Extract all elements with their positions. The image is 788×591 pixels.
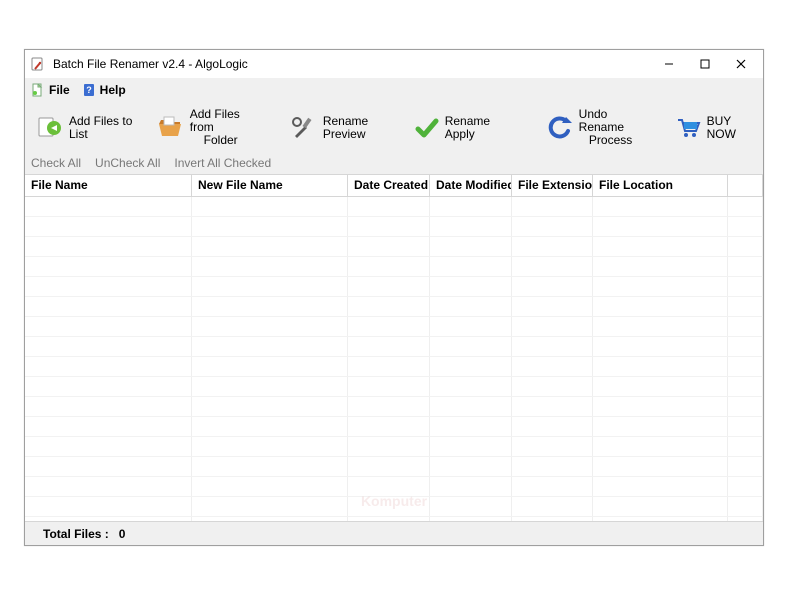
cart-icon [675, 114, 701, 142]
invert-checked-link[interactable]: Invert All Checked [174, 156, 271, 170]
buy-now-label: BUY NOW [707, 115, 753, 141]
table-row [25, 217, 763, 237]
add-folder-button[interactable]: Add Files from Folder [148, 106, 260, 150]
undo-label-2: Process [579, 134, 643, 147]
table-row [25, 197, 763, 217]
buy-now-button[interactable]: BUY NOW [667, 112, 761, 144]
checkbar: Check All UnCheck All Invert All Checked [25, 154, 763, 174]
table-row [25, 237, 763, 257]
menu-help-label: Help [100, 83, 126, 97]
col-file-name[interactable]: File Name [25, 175, 192, 196]
tools-icon [289, 114, 317, 142]
undo-button[interactable]: Undo Rename Process [539, 106, 651, 150]
table-row [25, 257, 763, 277]
table-row [25, 397, 763, 417]
maximize-button[interactable] [687, 52, 723, 76]
col-new-file-name[interactable]: New File Name [192, 175, 348, 196]
menu-file[interactable]: File [31, 83, 70, 97]
status-value: 0 [119, 527, 126, 541]
table-row [25, 497, 763, 517]
table-row [25, 517, 763, 521]
col-spacer [728, 175, 763, 196]
toolbar: Add Files to List Add Files from Folder [25, 102, 763, 154]
grid-body[interactable]: Komputer [25, 197, 763, 521]
add-files-label: Add Files to List [69, 115, 138, 141]
rename-apply-button[interactable]: Rename Apply [407, 112, 519, 144]
col-date-created[interactable]: Date Created [348, 175, 430, 196]
status-label: Total Files : [43, 527, 109, 541]
undo-icon [547, 114, 573, 142]
grid-header: File Name New File Name Date Created Dat… [25, 175, 763, 197]
col-file-location[interactable]: File Location [593, 175, 728, 196]
table-row [25, 297, 763, 317]
add-folder-label-2: Folder [190, 134, 252, 147]
table-row [25, 357, 763, 377]
svg-text:?: ? [86, 85, 92, 95]
check-icon [415, 114, 439, 142]
uncheck-all-link[interactable]: UnCheck All [95, 156, 160, 170]
table-row [25, 477, 763, 497]
rename-apply-label: Rename Apply [445, 115, 511, 141]
check-all-link[interactable]: Check All [31, 156, 81, 170]
menubar: File ? Help [25, 78, 763, 102]
menu-help[interactable]: ? Help [82, 83, 126, 97]
app-icon [31, 56, 47, 72]
col-file-extension[interactable]: File Extension [512, 175, 593, 196]
table-row [25, 457, 763, 477]
col-date-modified[interactable]: Date Modified [430, 175, 512, 196]
file-icon [31, 83, 45, 97]
add-folder-label-1: Add Files from [190, 108, 252, 134]
close-button[interactable] [723, 52, 759, 76]
help-icon: ? [82, 83, 96, 97]
table-row [25, 317, 763, 337]
menu-file-label: File [49, 83, 70, 97]
folder-open-icon [156, 114, 184, 142]
add-files-button[interactable]: Add Files to List [27, 112, 146, 144]
rename-preview-label: Rename Preview [323, 115, 397, 141]
rename-preview-button[interactable]: Rename Preview [281, 112, 405, 144]
minimize-button[interactable] [651, 52, 687, 76]
table-row [25, 277, 763, 297]
undo-label-1: Undo Rename [579, 108, 643, 134]
add-files-icon [35, 114, 63, 142]
table-row [25, 377, 763, 397]
table-row [25, 437, 763, 457]
window-title: Batch File Renamer v2.4 - AlgoLogic [53, 57, 651, 71]
file-grid: File Name New File Name Date Created Dat… [25, 174, 763, 521]
table-row [25, 417, 763, 437]
statusbar: Total Files : 0 [25, 521, 763, 545]
table-row [25, 337, 763, 357]
app-window: Batch File Renamer v2.4 - AlgoLogic File… [24, 49, 764, 546]
titlebar: Batch File Renamer v2.4 - AlgoLogic [25, 50, 763, 78]
